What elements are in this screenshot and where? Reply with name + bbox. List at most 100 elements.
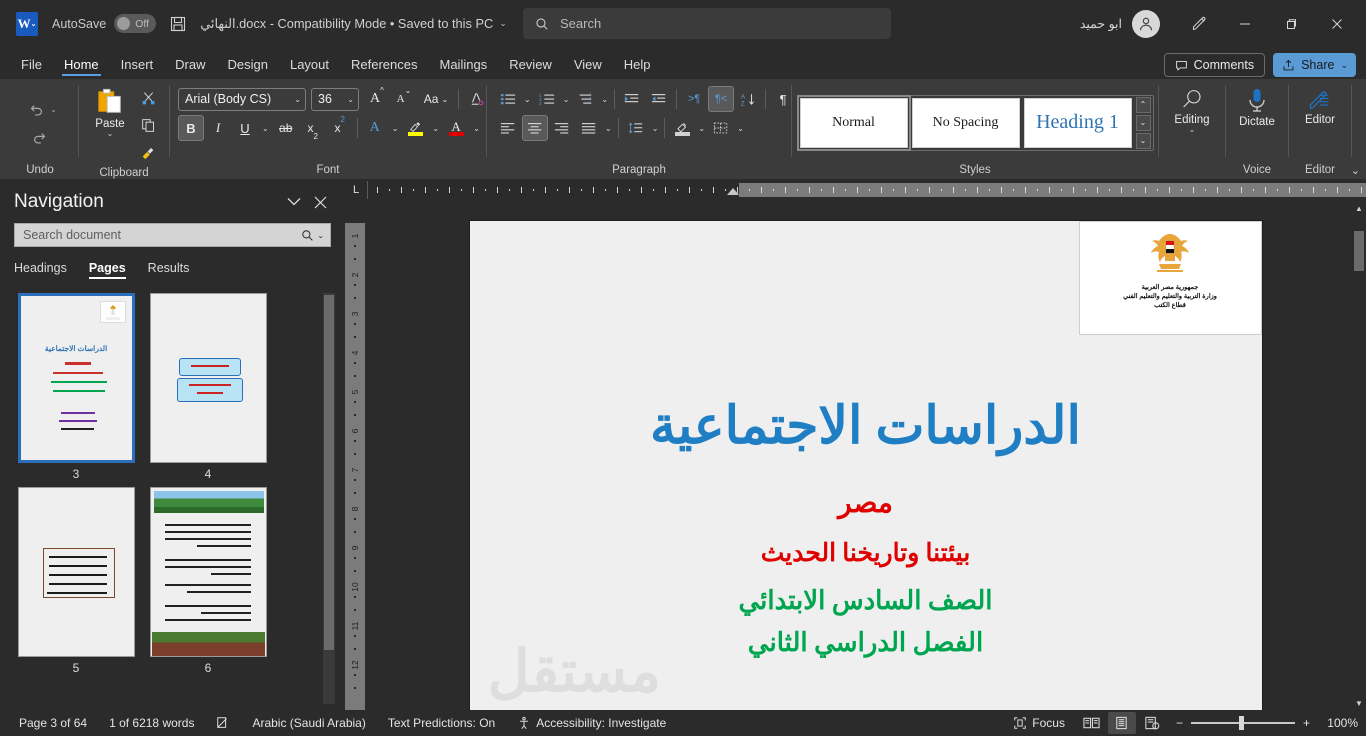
align-center-button[interactable] — [522, 115, 548, 141]
font-color-button[interactable]: A — [443, 115, 469, 141]
tab-insert[interactable]: Insert — [110, 54, 165, 79]
paste-button[interactable]: Paste ⌄ — [87, 83, 133, 137]
superscript-button[interactable]: x2 — [327, 115, 353, 141]
scroll-up-button[interactable]: ▲ — [1352, 201, 1366, 215]
nav-tab-results[interactable]: Results — [148, 261, 190, 279]
zoom-in-button[interactable]: + — [1303, 716, 1310, 730]
zoom-slider[interactable]: − + — [1168, 716, 1318, 730]
justify-chevron-icon[interactable]: ⌄ — [605, 124, 612, 133]
navigation-search-chevron-icon[interactable]: ⌄ — [317, 231, 324, 240]
document-heading[interactable]: الدراسات الاجتماعية — [470, 396, 1262, 456]
change-case-button[interactable]: Aa⌄ — [418, 86, 454, 112]
strikethrough-button[interactable]: ab — [273, 115, 299, 141]
font-color-chevron-icon[interactable]: ⌄ — [473, 124, 480, 133]
tab-help[interactable]: Help — [613, 54, 662, 79]
document-line-term[interactable]: الفصل الدراسي الثاني — [470, 628, 1262, 658]
document-line-egypt[interactable]: مصر — [470, 486, 1262, 520]
editing-button[interactable]: Editing ⌄ — [1167, 83, 1217, 133]
tab-references[interactable]: References — [340, 54, 428, 79]
text-effects-button[interactable]: A — [362, 115, 388, 141]
dictate-button[interactable]: Dictate — [1234, 83, 1280, 128]
status-page[interactable]: Page 3 of 64 — [8, 716, 98, 730]
thumbnail-cell[interactable]: الدراسات الاجتماعية 3 — [10, 293, 142, 481]
horizontal-ruler-track[interactable] — [372, 183, 1366, 197]
font-size-combobox[interactable]: 36 ⌄ — [311, 88, 359, 111]
right-to-left-button[interactable]: ¶< — [708, 86, 734, 112]
navigation-scrollbar-thumb[interactable] — [324, 295, 334, 650]
close-button[interactable] — [1314, 0, 1360, 47]
shrink-font-button[interactable]: A⌄ — [391, 86, 417, 112]
styles-more-button[interactable]: ⌄ — [1136, 133, 1151, 149]
styles-gallery[interactable]: Normal No Spacing Heading 1 ⌃ ⌄ ⌄ — [797, 95, 1154, 151]
numbering-chevron-icon[interactable]: ⌄ — [563, 95, 570, 104]
grow-font-button[interactable]: A^ — [364, 86, 390, 112]
nav-tab-headings[interactable]: Headings — [14, 261, 67, 279]
subscript-button[interactable]: x2 — [300, 115, 326, 141]
style-heading-1[interactable]: Heading 1 — [1024, 98, 1132, 148]
document-vertical-scrollbar[interactable]: ▲ ▼ — [1352, 201, 1366, 710]
shading-chevron-icon[interactable]: ⌄ — [698, 124, 705, 133]
format-painter-button[interactable] — [135, 139, 161, 165]
page-thumbnail-6[interactable] — [150, 487, 267, 657]
share-chevron-icon[interactable]: ⌄ — [1340, 60, 1348, 71]
style-normal[interactable]: Normal — [800, 98, 908, 148]
multilevel-list-button[interactable]: 1 a i — [572, 86, 598, 112]
status-proofing-button[interactable] — [205, 716, 241, 730]
indent-marker[interactable] — [727, 188, 739, 195]
underline-button[interactable]: U — [232, 115, 258, 141]
text-highlight-button[interactable] — [402, 115, 428, 141]
tab-review[interactable]: Review — [498, 54, 563, 79]
tab-file[interactable]: File — [10, 54, 53, 79]
increase-indent-button[interactable] — [646, 86, 672, 112]
align-right-button[interactable] — [549, 115, 575, 141]
editing-chevron-icon[interactable]: ⌄ — [1189, 127, 1196, 133]
status-language[interactable]: Arabic (Saudi Arabia) — [241, 716, 376, 730]
focus-button[interactable]: Focus — [1002, 716, 1076, 730]
minimize-button[interactable] — [1222, 0, 1268, 47]
sort-button[interactable]: AZ — [735, 86, 761, 112]
borders-button[interactable] — [708, 115, 734, 141]
page-thumbnail-5[interactable] — [18, 487, 135, 657]
document-scrollbar-thumb[interactable] — [1354, 231, 1364, 271]
tab-layout[interactable]: Layout — [279, 54, 340, 79]
tab-stop-selector[interactable]: L — [345, 179, 367, 201]
tab-mailings[interactable]: Mailings — [429, 54, 499, 79]
bullets-chevron-icon[interactable]: ⌄ — [524, 95, 531, 104]
status-text-predictions[interactable]: Text Predictions: On — [377, 716, 506, 730]
document-line-grade[interactable]: الصف السادس الابتدائي — [470, 586, 1262, 616]
navigation-collapse-button[interactable] — [286, 196, 302, 209]
left-to-right-button[interactable]: >¶ — [681, 86, 707, 112]
read-mode-button[interactable] — [1078, 712, 1106, 734]
line-spacing-button[interactable] — [623, 115, 649, 141]
ink-pen-button[interactable] — [1176, 0, 1222, 47]
zoom-knob[interactable] — [1239, 716, 1244, 730]
comments-button[interactable]: Comments — [1164, 53, 1265, 77]
thumbnail-cell[interactable]: 4 — [142, 293, 274, 481]
document-canvas[interactable]: جمهورية مصر العربية وزارة التربية والتعل… — [365, 201, 1366, 710]
status-accessibility[interactable]: Accessibility: Investigate — [506, 716, 677, 730]
page-thumbnail-4[interactable] — [150, 293, 267, 463]
cut-button[interactable] — [135, 85, 161, 111]
tab-view[interactable]: View — [563, 54, 613, 79]
justify-button[interactable] — [576, 115, 602, 141]
line-spacing-chevron-icon[interactable]: ⌄ — [652, 124, 659, 133]
tab-home[interactable]: Home — [53, 54, 110, 79]
navigation-scrollbar[interactable] — [323, 293, 335, 704]
styles-scroll-up-button[interactable]: ⌃ — [1136, 97, 1151, 113]
document-page[interactable]: جمهورية مصر العربية وزارة التربية والتعل… — [470, 221, 1262, 710]
vertical-ruler[interactable]: 123456789101112 — [345, 201, 365, 710]
print-layout-button[interactable] — [1108, 712, 1136, 734]
bullets-button[interactable] — [495, 86, 521, 112]
horizontal-ruler[interactable]: L — [345, 179, 1366, 201]
copy-button[interactable] — [135, 112, 161, 138]
navigation-close-button[interactable] — [314, 196, 327, 209]
font-name-combobox[interactable]: Arial (Body CS) ⌄ — [178, 88, 306, 111]
collapse-ribbon-button[interactable]: ⌄ — [1351, 164, 1360, 177]
zoom-track[interactable] — [1191, 722, 1295, 724]
styles-scroll-down-button[interactable]: ⌄ — [1136, 115, 1151, 131]
save-icon[interactable] — [164, 11, 192, 37]
share-button[interactable]: Share ⌄ — [1273, 53, 1356, 77]
shading-button[interactable] — [669, 115, 695, 141]
avatar[interactable] — [1132, 10, 1160, 38]
paste-chevron-icon[interactable]: ⌄ — [107, 131, 114, 137]
